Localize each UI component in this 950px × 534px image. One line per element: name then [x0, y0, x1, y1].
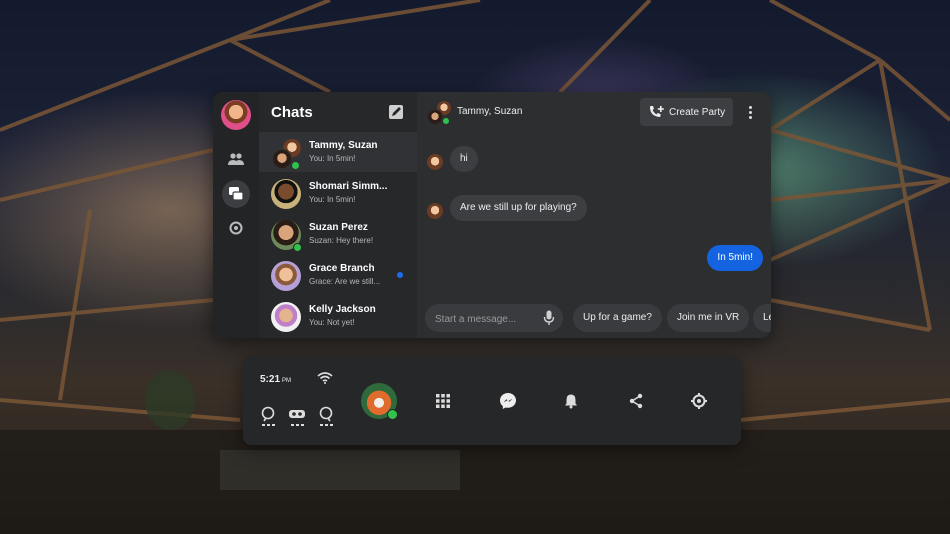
chat-side-rail	[213, 92, 259, 338]
create-party-button[interactable]: Create Party	[640, 98, 733, 126]
conversation-preview: Grace: Are we still...	[309, 277, 381, 286]
settings-icon	[229, 221, 243, 235]
conversation-name: Grace Branch	[309, 263, 375, 274]
more-options-button[interactable]	[743, 102, 757, 122]
share-icon	[629, 393, 643, 409]
group-avatar	[271, 138, 302, 170]
sender-avatar	[427, 203, 443, 219]
conversation-item-shomari[interactable]: Shomari Simm... You: In 5min!	[259, 173, 417, 213]
compose-icon	[389, 105, 403, 119]
notifications-button[interactable]	[560, 390, 582, 412]
conversation-preview: You: Not yet!	[309, 318, 355, 327]
message-bubble-incoming: hi	[450, 146, 478, 172]
left-controller-status	[258, 406, 278, 430]
sender-avatar	[427, 154, 443, 170]
create-party-icon	[650, 106, 664, 117]
chats-button[interactable]	[222, 180, 250, 208]
conversation-list: Chats Tammy, Suzan You: In 5min! Shomari…	[259, 92, 417, 338]
conversation-preview: You: In 5min!	[309, 195, 356, 204]
headset-status	[287, 406, 307, 430]
online-indicator	[387, 409, 398, 420]
conversation-preview: You: In 5min!	[309, 154, 356, 163]
online-indicator	[291, 161, 300, 170]
online-indicator	[442, 117, 450, 125]
conversation-name: Kelly Jackson	[309, 304, 376, 315]
bell-icon	[565, 394, 577, 409]
settings-button[interactable]	[688, 390, 710, 412]
create-party-label: Create Party	[669, 106, 726, 118]
thread-header: Tammy, Suzan Create Party	[417, 92, 771, 132]
clock-time: 5:21	[260, 374, 281, 385]
contact-avatar	[271, 302, 301, 332]
conversation-preview: Suzan: Hey there!	[309, 236, 374, 245]
right-controller-status	[316, 406, 336, 430]
headset-icon	[289, 410, 305, 418]
contact-avatar	[271, 179, 301, 209]
apps-button[interactable]	[432, 390, 454, 412]
apps-grid-icon	[436, 394, 450, 408]
microphone-icon[interactable]	[543, 310, 555, 326]
thread-group-avatar	[427, 100, 453, 126]
clock: 5:21 PM	[260, 374, 291, 385]
chat-thread: Tammy, Suzan Create Party hi Are we stil…	[417, 92, 771, 338]
profile-avatar-button[interactable]	[361, 383, 398, 420]
universal-menu-dock: 5:21 PM	[243, 356, 741, 445]
conversation-item-kelly-jackson[interactable]: Kelly Jackson You: Not yet!	[259, 296, 417, 336]
quick-reply-chip[interactable]: Join me in VR	[667, 304, 750, 332]
message-bubble-outgoing: In 5min!	[707, 245, 763, 271]
contact-avatar	[271, 261, 301, 291]
settings-icon	[691, 393, 707, 409]
people-icon	[228, 153, 244, 165]
quick-reply-chip[interactable]: Le	[753, 304, 771, 332]
message-input[interactable]	[433, 310, 537, 328]
messenger-icon	[500, 393, 516, 409]
left-controller-icon	[261, 406, 275, 422]
quick-reply-chip[interactable]: Up for a game?	[573, 304, 662, 332]
conversation-item-suzan-perez[interactable]: Suzan Perez Suzan: Hey there!	[259, 214, 417, 254]
more-dots-icon	[748, 105, 752, 109]
message-bubble-incoming: Are we still up for playing?	[450, 195, 587, 221]
compose-button[interactable]	[387, 103, 405, 121]
my-profile-avatar[interactable]	[221, 100, 251, 130]
chat-window: Chats Tammy, Suzan You: In 5min! Shomari…	[213, 92, 771, 338]
messenger-button[interactable]	[497, 390, 519, 412]
people-button[interactable]	[222, 145, 250, 173]
conversation-item-grace-branch[interactable]: Grace Branch Grace: Are we still...	[259, 255, 417, 295]
right-controller-icon	[319, 406, 333, 422]
thread-title: Tammy, Suzan	[457, 106, 523, 117]
share-button[interactable]	[625, 390, 647, 412]
chat-settings-button[interactable]	[222, 214, 250, 242]
message-composer	[425, 304, 563, 332]
chat-bubbles-icon	[229, 187, 244, 201]
clock-ampm: PM	[282, 378, 292, 384]
conversation-name: Suzan Perez	[309, 222, 368, 233]
conversation-item-tammy-suzan[interactable]: Tammy, Suzan You: In 5min!	[259, 132, 417, 172]
conversation-name: Shomari Simm...	[309, 181, 388, 192]
wifi-icon	[317, 372, 333, 384]
conversation-name: Tammy, Suzan	[309, 140, 378, 151]
unread-indicator	[397, 272, 403, 278]
online-indicator	[293, 243, 302, 252]
chats-title: Chats	[271, 104, 313, 121]
